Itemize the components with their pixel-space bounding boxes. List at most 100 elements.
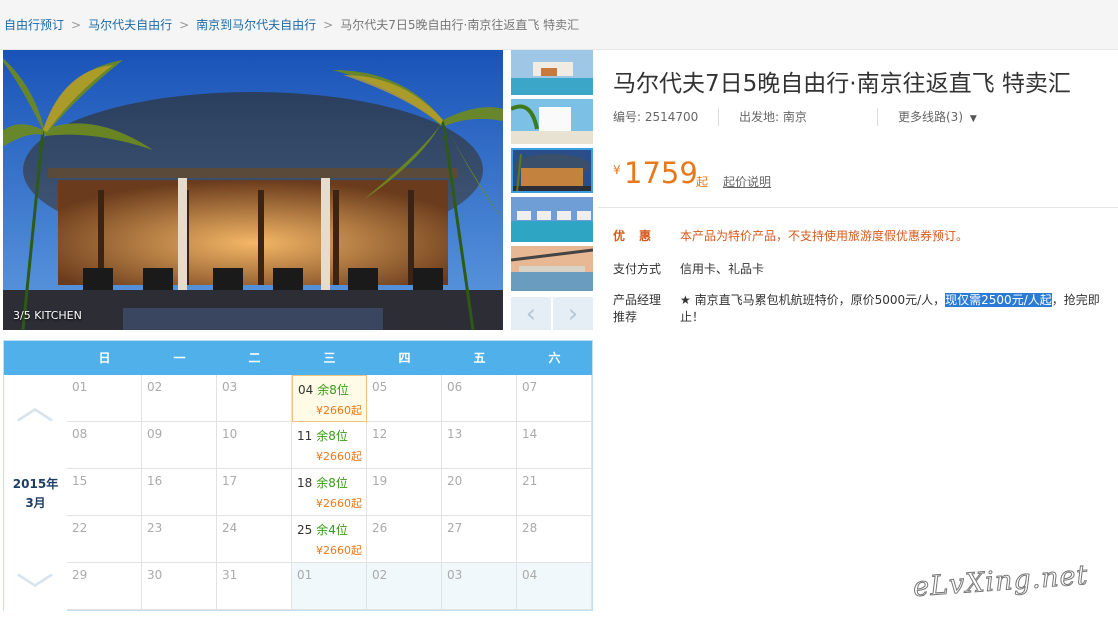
calendar-day-cell: 08	[67, 422, 142, 469]
calendar-day-cell: 13	[442, 422, 517, 469]
payment-value: 信用卡、礼品卡	[680, 262, 765, 276]
calendar-day-cell: 12	[367, 422, 442, 469]
calendar-day-cell: 16	[142, 469, 217, 516]
calendar-seats-left: 余8位	[316, 429, 348, 443]
calendar-day-cell[interactable]: 04 余8位 ¥2660起	[292, 375, 367, 422]
calendar-day-number: 13	[447, 427, 463, 441]
calendar-day-cell: 22	[67, 516, 142, 563]
calendar-day-cell[interactable]: 18 余8位 ¥2660起	[292, 469, 367, 516]
calendar-day-cell: 04	[517, 563, 592, 610]
thumbnail-4[interactable]	[511, 197, 593, 242]
calendar-seats-left: 余8位	[316, 476, 348, 490]
calendar-day-number: 24	[222, 521, 238, 535]
calendar-day-cell: 01	[67, 375, 142, 422]
breadcrumb-separator: >	[179, 17, 190, 32]
photo-caption: 3/5 KITCHEN	[13, 309, 82, 322]
calendar-day-number: 03	[447, 568, 463, 582]
calendar-day-cell: 24	[217, 516, 292, 563]
main-photo[interactable]: 3/5 KITCHEN	[3, 50, 503, 330]
calendar-day-number: 01	[297, 568, 313, 582]
calendar-day-number: 07	[522, 380, 538, 394]
calendar-day-cell: 20	[442, 469, 517, 516]
month-next-icon[interactable]: ﹀	[16, 573, 54, 611]
weekday-sat: 六	[548, 351, 561, 365]
thumbnail-next-button[interactable]: ›	[553, 297, 593, 330]
price-currency: ¥	[613, 163, 621, 177]
calendar-day-number: 30	[147, 568, 163, 582]
calendar-day-price: ¥2660起	[316, 450, 362, 463]
product-meta: 编号: 2514700 出发地: 南京 更多线路(3) ▼	[613, 108, 1110, 126]
calendar-day-number: 15	[72, 474, 88, 488]
discount-label: 优惠	[613, 229, 666, 243]
more-routes-label: 更多线路(3)	[898, 110, 963, 124]
calendar-day-cell: 02	[142, 375, 217, 422]
manager-recommend-text-start: ★ 南京直飞马累包机航班特价，原价5000元/人，	[680, 293, 946, 307]
calendar-year: 2015年	[12, 477, 59, 491]
breadcrumb-link-maldives[interactable]: 马尔代夫自由行	[88, 16, 172, 33]
chevron-down-icon: ▼	[969, 114, 977, 124]
calendar-day-cell: 09	[142, 422, 217, 469]
calendar-day-number: 22	[72, 521, 88, 535]
calendar-day-number: 29	[72, 568, 88, 582]
calendar-month-label: 2015年 3月	[4, 475, 67, 513]
price-note-link[interactable]: 起价说明	[723, 173, 771, 190]
calendar-day-cell: 05	[367, 375, 442, 422]
product-title: 马尔代夫7日5晚自由行·南京往返直飞 特卖汇	[613, 71, 1071, 97]
calendar-day-cell: 17	[217, 469, 292, 516]
calendar-day-number: 23	[147, 521, 163, 535]
calendar-seats-left: 余8位	[317, 383, 349, 397]
calendar-day-cell: 10	[217, 422, 292, 469]
thumbnail-5[interactable]	[511, 246, 593, 291]
calendar-day-cell: 14	[517, 422, 592, 469]
calendar-day-cell: 30	[142, 563, 217, 610]
calendar-day-cell[interactable]: 25 余4位 ¥2660起	[292, 516, 367, 563]
calendar-day-number: 14	[522, 427, 538, 441]
calendar-day-number: 16	[147, 474, 163, 488]
calendar-grid: 01 02 03 04 余8位 ¥2660起 05 06 07 08 09 10 11 余8位 ¥2660起…	[67, 375, 592, 611]
departure-city: 出发地: 南京	[739, 110, 807, 124]
calendar-day-price: ¥2660起	[316, 544, 362, 557]
calendar-day-cell: 26	[367, 516, 442, 563]
meta-divider	[877, 108, 878, 126]
discount-value: 本产品为特价产品，不支持使用旅游度假优惠券预订。	[680, 229, 969, 243]
watermark: eLvXing.net	[912, 559, 1090, 604]
price-divider	[598, 207, 1118, 208]
calendar-day-cell[interactable]: 11 余8位 ¥2660起	[292, 422, 367, 469]
weekday-sun: 日	[98, 351, 111, 365]
calendar-day-number: 06	[447, 380, 463, 394]
thumbnail-3[interactable]	[511, 148, 593, 193]
calendar-day-cell: 23	[142, 516, 217, 563]
calendar-day-cell: 02	[367, 563, 442, 610]
calendar-day-number: 17	[222, 474, 238, 488]
thumbnail-prev-button[interactable]: ‹	[511, 297, 551, 330]
payment-label: 支付方式	[613, 262, 662, 276]
price-value: 1759	[624, 156, 698, 190]
month-prev-icon[interactable]: ︿	[16, 387, 54, 425]
calendar-month-nav: ︿ 2015年 3月 ﹀	[4, 375, 67, 611]
calendar-day-number: 27	[447, 521, 463, 535]
calendar-weekday-header: 日 一 二 三 四 五 六	[4, 341, 592, 375]
breadcrumb-link-free-travel[interactable]: 自由行预订	[4, 16, 64, 33]
calendar-day-cell: 06	[442, 375, 517, 422]
calendar-day-number: 05	[372, 380, 388, 394]
calendar-day-cell: 29	[67, 563, 142, 610]
calendar-day-number: 08	[72, 427, 88, 441]
calendar-day-number: 12	[372, 427, 388, 441]
calendar-day-price: ¥2660起	[316, 497, 362, 510]
calendar-day-cell: 27	[442, 516, 517, 563]
main-photo-image	[3, 50, 503, 330]
calendar-day-cell: 03	[442, 563, 517, 610]
calendar-day-number: 01	[72, 380, 88, 394]
calendar-month: 3月	[25, 496, 46, 510]
more-routes-dropdown[interactable]: 更多线路(3) ▼	[898, 108, 977, 125]
calendar-day-number: 25	[297, 523, 313, 537]
calendar-day-number: 04	[298, 383, 314, 397]
calendar-day-number: 18	[297, 476, 313, 490]
manager-recommend-label: 产品经理推荐	[613, 293, 662, 324]
thumbnail-1[interactable]	[511, 50, 593, 95]
thumbnail-2[interactable]	[511, 99, 593, 144]
meta-divider	[718, 108, 719, 126]
breadcrumb-separator: >	[71, 17, 82, 32]
calendar-day-cell: 28	[517, 516, 592, 563]
breadcrumb-link-nanjing-maldives[interactable]: 南京到马尔代夫自由行	[196, 16, 316, 33]
